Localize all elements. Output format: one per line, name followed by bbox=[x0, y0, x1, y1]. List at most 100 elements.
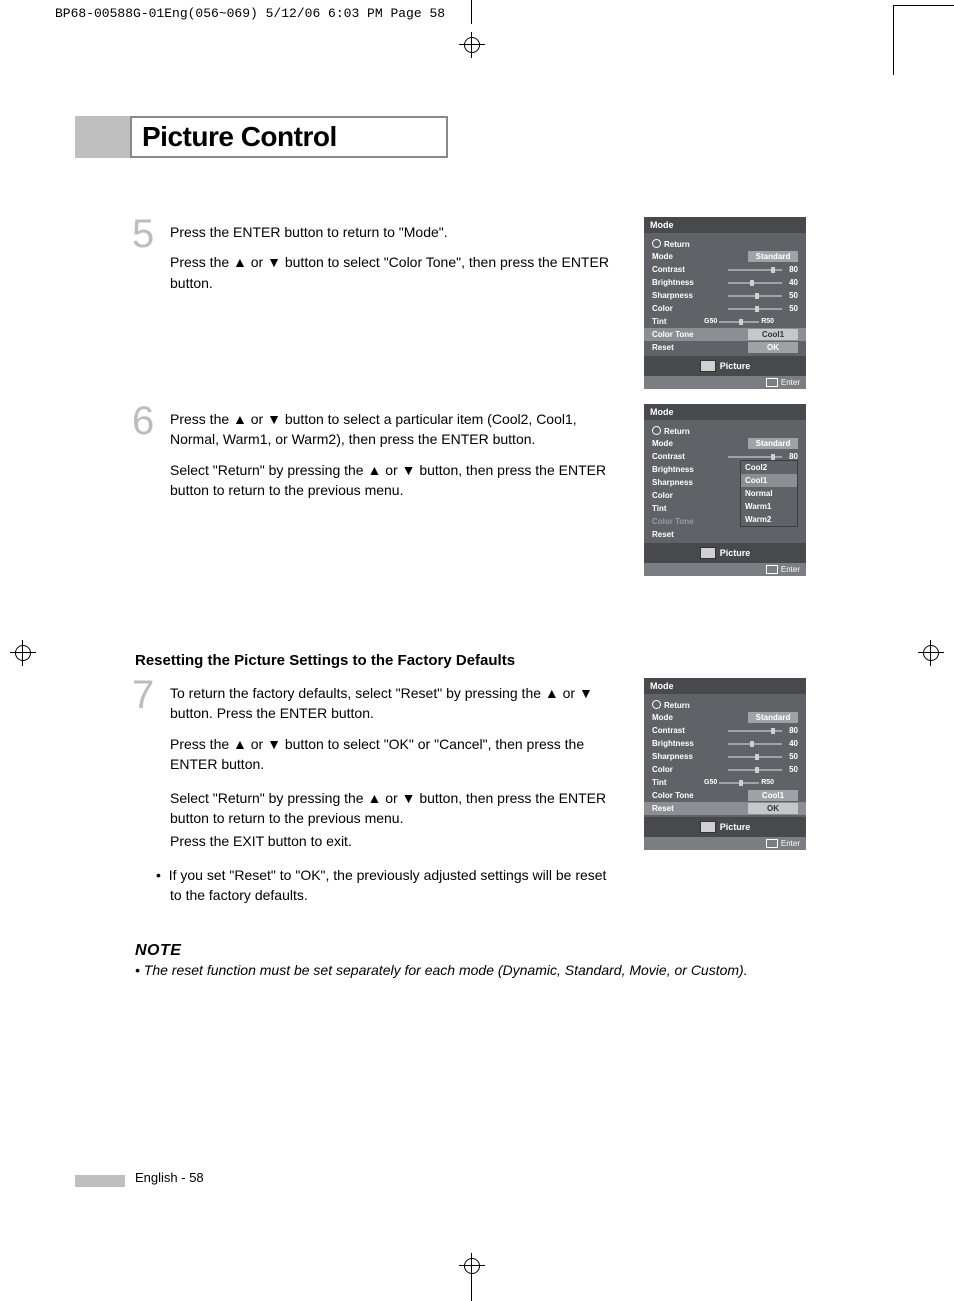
osd-colortone-row: Color ToneCool1 bbox=[650, 789, 800, 802]
osd-step-5: Mode Return ModeStandard Contrast 80 Brig… bbox=[644, 217, 806, 389]
enter-icon bbox=[766, 839, 778, 848]
step-5-line-2: Press the ▲ or ▼ button to select "Color… bbox=[170, 252, 615, 293]
note-text: • The reset function must be set separat… bbox=[135, 962, 795, 978]
osd-return-label: Return bbox=[652, 699, 704, 710]
osd-reset-row: Reset OK bbox=[650, 341, 800, 354]
osd-footer: Picture bbox=[644, 356, 806, 376]
tv-icon bbox=[700, 360, 716, 372]
step-7-bullet: • If you set "Reset" to "OK", the previo… bbox=[170, 865, 615, 906]
note-heading: NOTE bbox=[135, 942, 795, 960]
osd-enter-label: Enter bbox=[781, 378, 800, 387]
footer-tab bbox=[75, 1175, 125, 1187]
osd-contrast-value: 80 bbox=[784, 726, 798, 735]
osd-brightness-value: 40 bbox=[784, 278, 798, 287]
step-number-7: 7 bbox=[132, 673, 154, 718]
osd-enter-bar: Enter bbox=[644, 563, 806, 576]
osd-reset-value: OK bbox=[748, 342, 798, 353]
crop-mark-right-v bbox=[893, 5, 894, 75]
osd-sharpness-value: 50 bbox=[784, 291, 798, 300]
osd-tint-g: G50 bbox=[704, 779, 717, 786]
popup-warm1: Warm1 bbox=[741, 500, 797, 513]
crop-mark-top bbox=[471, 0, 472, 24]
osd-color-label: Color bbox=[652, 765, 704, 774]
osd-contrast-value: 80 bbox=[784, 265, 798, 274]
osd-sharpness-row: Sharpness50 bbox=[650, 750, 800, 763]
step-6: 6 Press the ▲ or ▼ button to select a pa… bbox=[135, 409, 615, 510]
popup-cool2: Cool2 bbox=[741, 461, 797, 474]
osd-return-label: Return bbox=[652, 425, 704, 436]
osd-contrast-row: Contrast 80 bbox=[650, 263, 800, 276]
osd-mode-value: Standard bbox=[748, 712, 798, 723]
osd-color-label: Color bbox=[652, 304, 704, 313]
registration-mark-top bbox=[459, 32, 485, 58]
popup-cool1-selected: Cool1 bbox=[741, 474, 797, 487]
tv-icon bbox=[700, 547, 716, 559]
osd-tint-g: G50 bbox=[704, 318, 717, 325]
colortone-popup: Cool2 Cool1 Normal Warm1 Warm2 bbox=[740, 460, 798, 527]
osd-step-7: Mode Return ModeStandard Contrast80 Brig… bbox=[644, 678, 806, 850]
step-6-line-2: Select "Return" by pressing the ▲ or ▼ b… bbox=[170, 460, 615, 501]
osd-contrast-label: Contrast bbox=[652, 265, 704, 274]
osd-title: Mode bbox=[644, 678, 806, 694]
page-title: Picture Control bbox=[142, 121, 337, 153]
osd-sharpness-label: Sharpness bbox=[652, 752, 704, 761]
osd-tint-r: R50 bbox=[761, 318, 774, 325]
enter-icon bbox=[766, 565, 778, 574]
osd-brightness-label: Brightness bbox=[652, 465, 704, 474]
title-tab bbox=[75, 116, 130, 158]
crop-mark-bottom bbox=[471, 1277, 472, 1301]
osd-reset-row: Reset bbox=[650, 528, 800, 541]
osd-enter-label: Enter bbox=[781, 839, 800, 848]
osd-reset-label: Reset bbox=[652, 804, 704, 813]
osd-sharpness-row: Sharpness 50 bbox=[650, 289, 800, 302]
osd-brightness-value: 40 bbox=[784, 739, 798, 748]
osd-mode-label: Mode bbox=[652, 252, 704, 261]
osd-tint-label: Tint bbox=[652, 778, 704, 787]
osd-reset-label: Reset bbox=[652, 343, 704, 352]
step-5-line-1: Press the ENTER button to return to "Mod… bbox=[170, 222, 615, 242]
osd-enter-bar: Enter bbox=[644, 376, 806, 389]
osd-colortone-label: Color Tone bbox=[652, 517, 704, 526]
osd-sharpness-label: Sharpness bbox=[652, 478, 704, 487]
step-number-6: 6 bbox=[132, 399, 154, 444]
osd-footer-label: Picture bbox=[720, 361, 751, 371]
step-number-5: 5 bbox=[132, 212, 154, 257]
osd-color-row: Color50 bbox=[650, 763, 800, 776]
note-block: NOTE • The reset function must be set se… bbox=[135, 942, 795, 978]
osd-mode-row: ModeStandard bbox=[650, 250, 800, 263]
osd-footer: Picture bbox=[644, 817, 806, 837]
step-7-text: To return the factory defaults, select "… bbox=[170, 683, 615, 906]
step-7-line-1: To return the factory defaults, select "… bbox=[170, 683, 615, 724]
osd-brightness-label: Brightness bbox=[652, 739, 704, 748]
osd-mode-label: Mode bbox=[652, 713, 704, 722]
osd-footer-label: Picture bbox=[720, 822, 751, 832]
crop-mark-right-h bbox=[894, 5, 954, 6]
page: BP68-00588G-01Eng(056~069) 5/12/06 6:03 … bbox=[0, 0, 954, 1301]
osd-reset-row-selected: Reset OK bbox=[644, 802, 806, 815]
osd-brightness-row: Brightness40 bbox=[650, 276, 800, 289]
osd-contrast-label: Contrast bbox=[652, 452, 704, 461]
section-heading: Resetting the Picture Settings to the Fa… bbox=[135, 652, 515, 669]
step-7-line-2: Press the ▲ or ▼ button to select "OK" o… bbox=[170, 734, 615, 775]
osd-title: Mode bbox=[644, 217, 806, 233]
osd-reset-label: Reset bbox=[652, 530, 704, 539]
osd-mode-row: Mode Standard bbox=[650, 711, 800, 724]
osd-footer-label: Picture bbox=[720, 548, 751, 558]
popup-warm2: Warm2 bbox=[741, 513, 797, 526]
osd-color-row: Color50 bbox=[650, 302, 800, 315]
osd-colortone-row-selected: Color ToneCool1 bbox=[644, 328, 806, 341]
osd-mode-row: ModeStandard bbox=[650, 437, 800, 450]
popup-normal: Normal bbox=[741, 487, 797, 500]
osd-footer: Picture bbox=[644, 543, 806, 563]
step-7-line-4: Press the EXIT button to exit. bbox=[170, 831, 615, 851]
osd-tint-row: TintG50 R50 bbox=[650, 315, 800, 328]
osd-tint-r: R50 bbox=[761, 779, 774, 786]
osd-tint-label: Tint bbox=[652, 317, 704, 326]
osd-sharpness-label: Sharpness bbox=[652, 291, 704, 300]
osd-return-row: Return bbox=[650, 237, 800, 250]
osd-colortone-label: Color Tone bbox=[652, 791, 704, 800]
registration-mark-bottom bbox=[459, 1253, 485, 1279]
osd-return-row: Return bbox=[650, 698, 800, 711]
print-header: BP68-00588G-01Eng(056~069) 5/12/06 6:03 … bbox=[55, 6, 445, 21]
osd-reset-value: OK bbox=[748, 803, 798, 814]
